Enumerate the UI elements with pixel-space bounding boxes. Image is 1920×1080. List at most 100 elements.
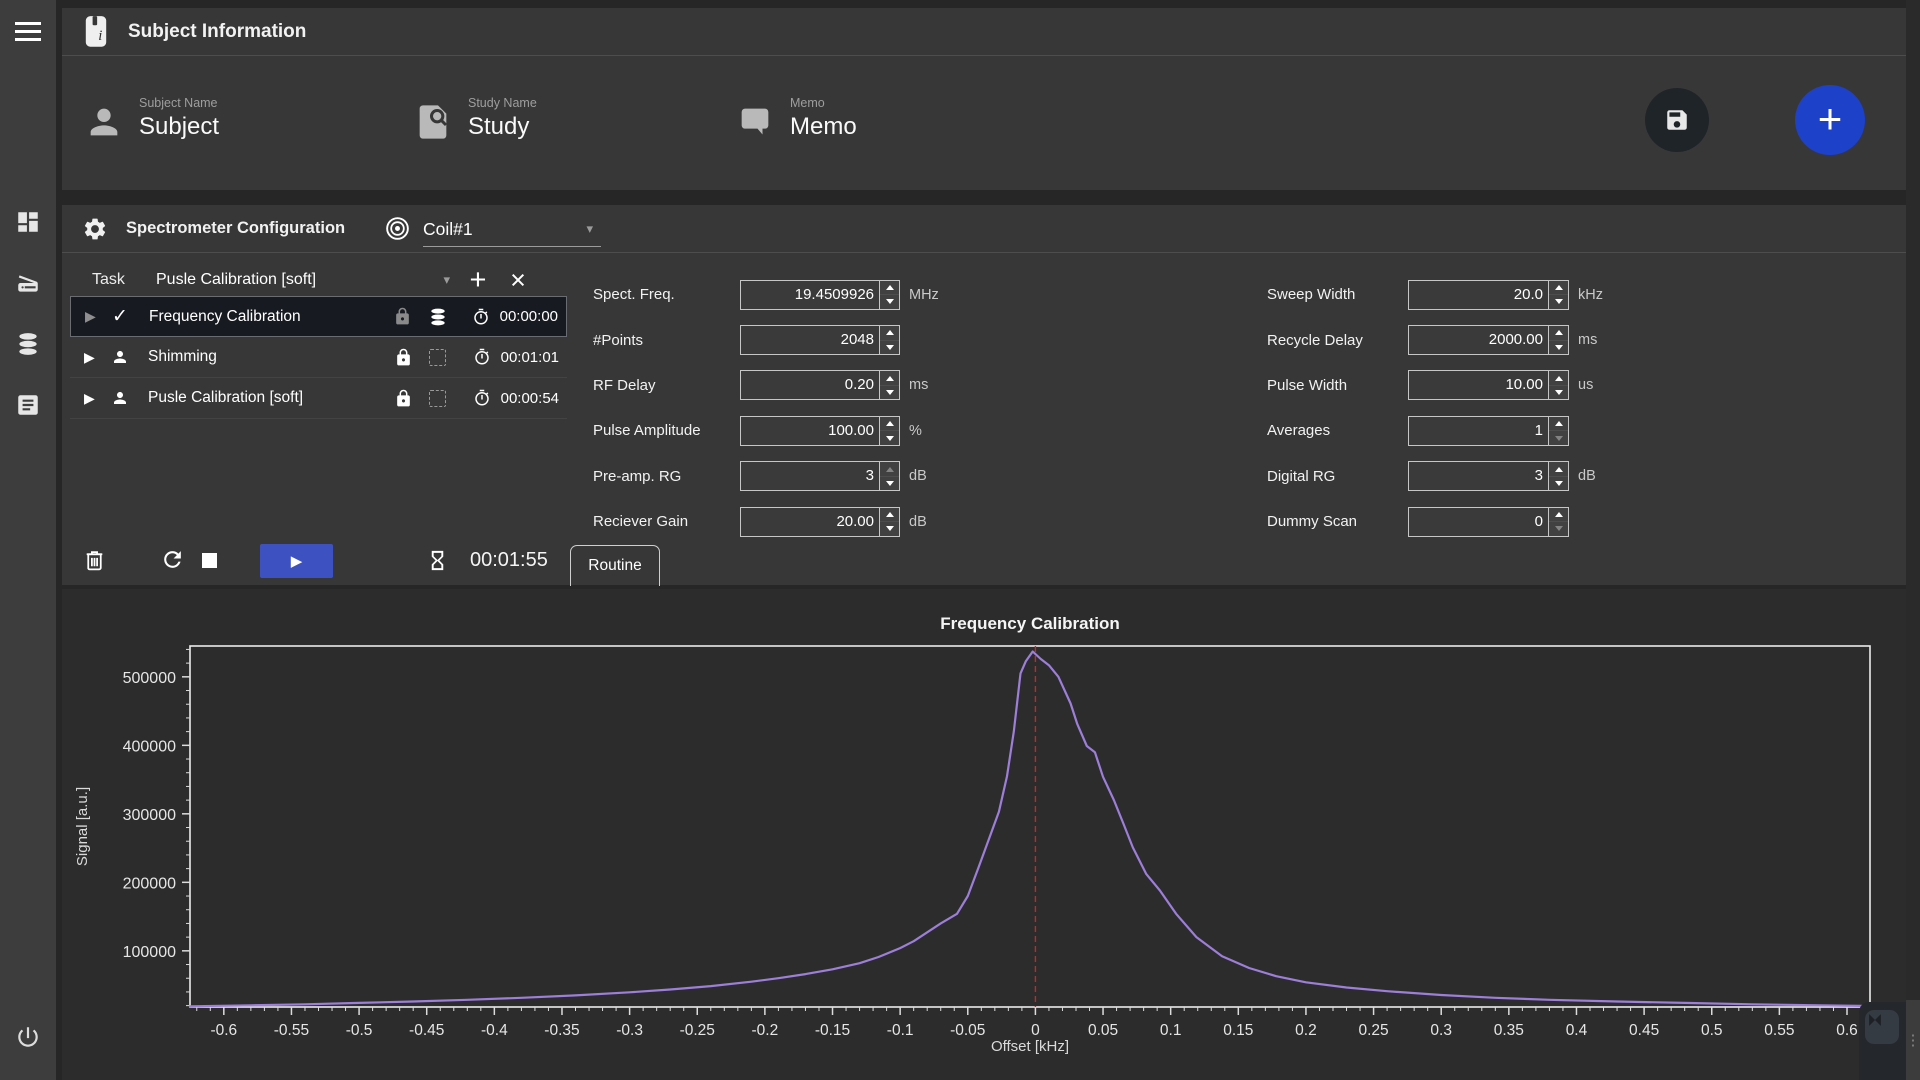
power-button[interactable] <box>0 1015 56 1059</box>
spinner-down-icon[interactable] <box>1549 385 1568 400</box>
param-input[interactable]: 100.00 <box>740 416 900 446</box>
param-row: #Points2048 <box>593 317 943 362</box>
subject-field[interactable]: Subject Name Subject <box>84 96 219 142</box>
param-input[interactable]: 0.20 <box>740 370 900 400</box>
param-value[interactable]: 1 <box>1535 417 1543 445</box>
param-row: Averages1 <box>1267 408 1612 453</box>
tab-routine[interactable]: Routine <box>570 545 660 586</box>
param-value[interactable]: 100.00 <box>828 417 874 445</box>
save-icon <box>1664 107 1690 133</box>
spinner-down-icon[interactable] <box>880 521 899 536</box>
check-icon: ✓ <box>112 305 149 328</box>
param-input[interactable]: 3 <box>1408 461 1569 491</box>
param-value[interactable]: 20.00 <box>836 508 874 536</box>
x-tick-label: 0.35 <box>1494 1022 1524 1039</box>
remove-task-button[interactable]: × <box>498 265 538 296</box>
task-duration: 00:01:01 <box>501 349 559 366</box>
memo-field[interactable]: Memo Memo <box>735 96 857 142</box>
x-tick-label: -0.5 <box>346 1022 373 1039</box>
add-task-button[interactable]: + <box>458 264 498 297</box>
param-input[interactable]: 0 <box>1408 507 1569 537</box>
play-icon[interactable]: ▶ <box>84 349 111 366</box>
spinner-up-icon[interactable] <box>1549 326 1568 340</box>
param-value[interactable]: 0 <box>1535 508 1543 536</box>
task-select[interactable]: Pusle Calibration [soft] ▾ <box>156 271 458 289</box>
spinner-down-icon[interactable] <box>880 430 899 445</box>
task-duration: 00:00:54 <box>501 390 559 407</box>
spinner-up-icon[interactable] <box>880 281 899 295</box>
param-label: Dummy Scan <box>1267 513 1408 530</box>
collapse-widget-button[interactable] <box>1865 1010 1899 1044</box>
spinner-down-icon[interactable] <box>880 340 899 355</box>
spinner <box>879 508 899 536</box>
spinner-up-icon[interactable] <box>880 508 899 522</box>
lock-icon[interactable] <box>393 307 428 326</box>
spinner-up-icon[interactable] <box>880 417 899 431</box>
play-icon[interactable]: ▶ <box>85 308 112 325</box>
subject-name-value[interactable]: Subject <box>139 113 219 141</box>
spinner-down-icon[interactable] <box>1549 521 1568 536</box>
param-input[interactable]: 20.00 <box>740 507 900 537</box>
total-time: 00:01:55 <box>470 549 548 572</box>
save-button[interactable] <box>1645 88 1709 152</box>
scrollbar-thumb[interactable]: ⋮ <box>1906 1000 1920 1080</box>
param-row: Reciever Gain20.00dB <box>593 499 943 544</box>
stop-icon <box>202 553 217 568</box>
spinner-up-icon[interactable] <box>1549 417 1568 431</box>
spinner-up-icon[interactable] <box>1549 281 1568 295</box>
study-field[interactable]: Study Name Study <box>413 96 537 142</box>
task-row[interactable]: ▶✓Frequency Calibration00:00:00 <box>70 296 567 337</box>
delete-button[interactable] <box>82 547 107 574</box>
run-button[interactable]: ▶ <box>260 544 333 578</box>
spinner-up-icon[interactable] <box>880 462 899 476</box>
spinner-up-icon[interactable] <box>880 371 899 385</box>
menu-icon[interactable] <box>0 10 56 54</box>
param-value[interactable]: 3 <box>1535 462 1543 490</box>
spinner-down-icon[interactable] <box>1549 294 1568 309</box>
spinner-down-icon[interactable] <box>880 385 899 400</box>
spinner-up-icon[interactable] <box>1549 371 1568 385</box>
param-input[interactable]: 2048 <box>740 325 900 355</box>
sidebar-item-database[interactable] <box>0 322 56 366</box>
study-name-value[interactable]: Study <box>468 113 537 141</box>
param-input[interactable]: 20.0 <box>1408 280 1569 310</box>
spinner-down-icon[interactable] <box>1549 476 1568 491</box>
param-value[interactable]: 19.4509926 <box>795 281 874 309</box>
sidebar-item-news[interactable] <box>0 383 56 427</box>
play-icon[interactable]: ▶ <box>84 390 111 407</box>
param-input[interactable]: 2000.00 <box>1408 325 1569 355</box>
param-value[interactable]: 0.20 <box>845 371 874 399</box>
param-value[interactable]: 10.00 <box>1505 371 1543 399</box>
task-row[interactable]: ▶Pusle Calibration [soft]00:00:54 <box>70 378 567 419</box>
spinner-down-icon[interactable] <box>1549 340 1568 355</box>
param-row: RF Delay0.20ms <box>593 363 943 408</box>
task-row[interactable]: ▶Shimming00:01:01 <box>70 337 567 378</box>
repeat-button[interactable] <box>160 547 185 572</box>
sidebar-item-scanner[interactable] <box>0 261 56 305</box>
param-value[interactable]: 20.0 <box>1514 281 1543 309</box>
stop-button[interactable] <box>202 553 217 568</box>
spinner-up-icon[interactable] <box>1549 508 1568 522</box>
scrollbar-track[interactable]: ⋮ <box>1906 0 1920 1080</box>
param-input[interactable]: 1 <box>1408 416 1569 446</box>
y-tick-label: 300000 <box>123 807 176 824</box>
param-input[interactable]: 10.00 <box>1408 370 1569 400</box>
lock-icon[interactable] <box>394 348 429 367</box>
coil-select[interactable]: Coil#1 ▾ <box>423 212 601 247</box>
param-value[interactable]: 2048 <box>841 326 874 354</box>
spinner <box>1548 462 1568 490</box>
spinner-up-icon[interactable] <box>1549 462 1568 476</box>
param-input[interactable]: 3 <box>740 461 900 491</box>
param-input[interactable]: 19.4509926 <box>740 280 900 310</box>
lock-icon[interactable] <box>394 389 429 408</box>
param-unit: dB <box>909 468 943 484</box>
memo-value[interactable]: Memo <box>790 113 857 141</box>
param-value[interactable]: 2000.00 <box>1489 326 1543 354</box>
add-button[interactable]: + <box>1795 85 1865 155</box>
spinner-up-icon[interactable] <box>880 326 899 340</box>
sidebar-item-dashboard[interactable] <box>0 200 56 244</box>
param-value[interactable]: 3 <box>866 462 874 490</box>
spinner-down-icon[interactable] <box>880 476 899 491</box>
spinner-down-icon[interactable] <box>1549 430 1568 445</box>
spinner-down-icon[interactable] <box>880 294 899 309</box>
